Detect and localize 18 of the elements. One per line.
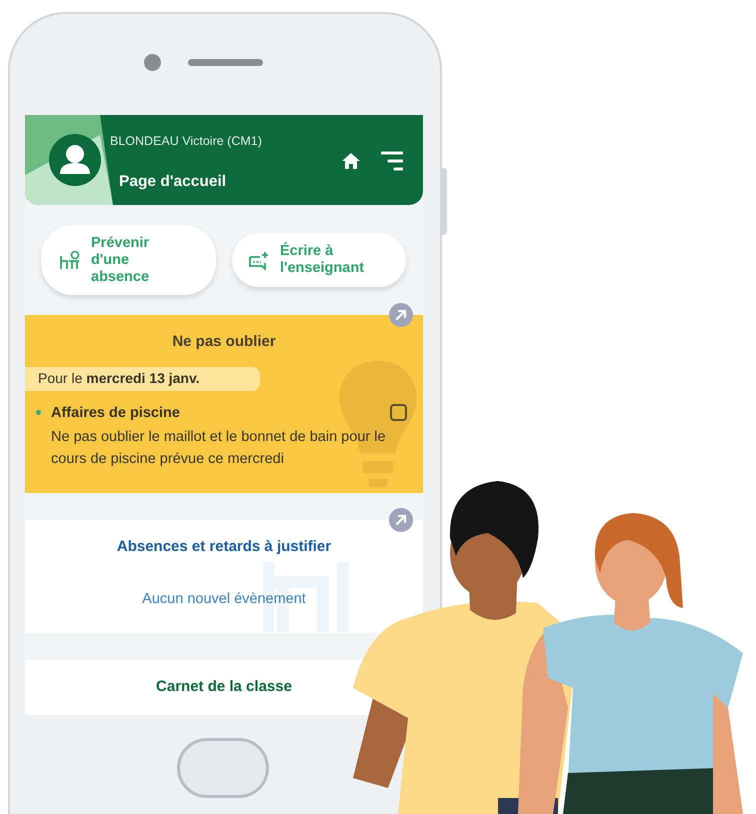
page-title: Page d'accueil <box>119 172 226 192</box>
avatar-icon <box>49 134 101 186</box>
student-name: BLONDEAU Victoire (CM1) <box>110 133 262 150</box>
home-icon[interactable] <box>341 152 361 170</box>
task-checkbox[interactable] <box>390 404 407 420</box>
date-label: Pour le mercredi 13 janv. <box>25 366 260 390</box>
reminder-text: Ne pas oublier le maillot et le bonnet de bain pour le cours de piscine prévue ce mercredi <box>51 428 387 470</box>
section-title: Carnet de la classe <box>156 677 292 696</box>
menu-icon[interactable] <box>381 151 403 171</box>
section-title: Ne pas oublier <box>171 332 277 352</box>
action-button[interactable]: Écrire à l'enseignant <box>232 233 406 287</box>
section-title: Absences et retards à justifier <box>116 537 332 557</box>
action-button[interactable]: Prévenir d'une absence <box>41 225 216 295</box>
message-add-icon <box>248 250 270 270</box>
empty-message: Aucun nouvel évènement <box>142 590 306 608</box>
desk-person-icon <box>59 250 81 270</box>
bullet-icon <box>36 410 41 414</box>
reminder-title: Affaires de piscine <box>51 404 181 422</box>
